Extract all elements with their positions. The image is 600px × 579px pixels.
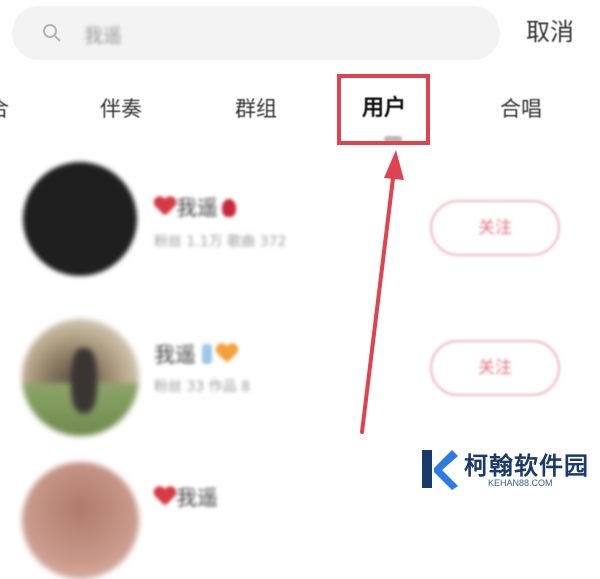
bottle-icon bbox=[202, 344, 212, 364]
avatar[interactable] bbox=[22, 462, 139, 579]
avatar[interactable] bbox=[22, 319, 139, 436]
heart-icon bbox=[216, 344, 238, 364]
user-name[interactable]: 我遥 bbox=[154, 482, 218, 512]
heart-icon bbox=[154, 487, 176, 507]
tab-chorus-partial[interactable]: 合 bbox=[0, 89, 10, 129]
tab-chorus[interactable]: 合唱 bbox=[500, 89, 542, 129]
avatar[interactable] bbox=[23, 162, 137, 276]
rose-icon bbox=[222, 199, 236, 217]
annotation-highlight-box bbox=[337, 74, 430, 145]
user-meta: 粉丝 1.1万 歌曲 372 bbox=[154, 234, 287, 250]
watermark-title: 柯翰软件园 bbox=[464, 452, 589, 480]
watermark-subtitle: KEHAN88.COM bbox=[488, 478, 553, 488]
search-bar[interactable] bbox=[12, 6, 500, 60]
user-meta: 粉丝 33 作品 8 bbox=[154, 379, 251, 395]
cancel-button[interactable]: 取消 bbox=[526, 12, 574, 52]
heart-icon bbox=[154, 197, 176, 217]
follow-button[interactable]: 关注 bbox=[430, 340, 560, 396]
kehan-logo-icon bbox=[422, 450, 458, 490]
user-name[interactable]: 我遥 bbox=[154, 192, 236, 222]
watermark: 柯翰软件园 KEHAN88.COM bbox=[418, 444, 596, 494]
tab-group[interactable]: 群组 bbox=[235, 89, 277, 129]
search-input[interactable] bbox=[82, 14, 486, 54]
tab-accompaniment[interactable]: 伴奏 bbox=[100, 89, 142, 129]
follow-button[interactable]: 关注 bbox=[430, 200, 560, 256]
user-name[interactable]: 我遥 bbox=[154, 339, 238, 369]
search-icon bbox=[42, 23, 62, 47]
